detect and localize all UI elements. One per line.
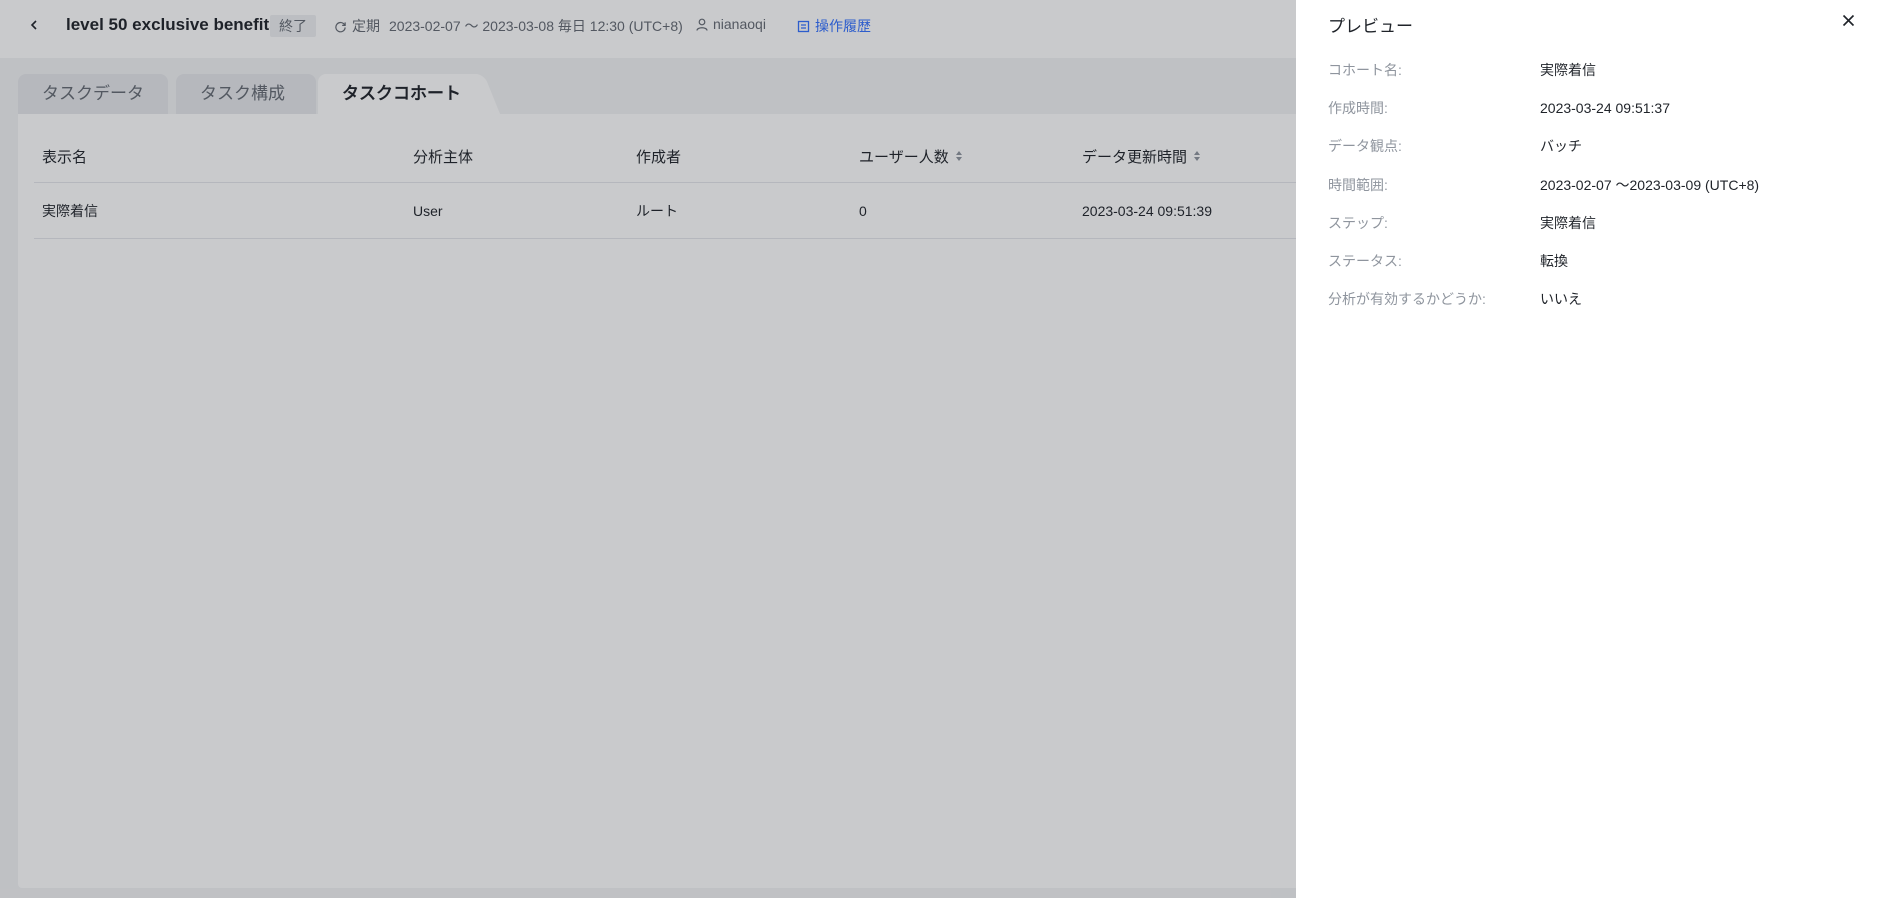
field-label: 作成時間: <box>1328 100 1388 116</box>
field-label: ステータス: <box>1328 253 1402 269</box>
field-analysis-enabled: 分析が有効するかどうか: いいえ <box>1328 288 1868 310</box>
field-cohort-name: コホート名: 実際着信 <box>1328 59 1868 81</box>
field-created-time: 作成時間: 2023-03-24 09:51:37 <box>1328 97 1868 119</box>
field-data-perspective: データ観点: バッチ <box>1328 135 1868 157</box>
field-value: 実際着信 <box>1540 215 1596 231</box>
task-detail-page: level 50 exclusive benefits 終了 定期 2023-0… <box>0 0 1886 898</box>
field-value: いいえ <box>1540 291 1582 307</box>
field-status: ステータス: 転換 <box>1328 250 1868 272</box>
field-label: ステップ: <box>1328 215 1388 231</box>
field-time-range: 時間範囲: 2023-02-07 〜2023-03-09 (UTC+8) <box>1328 174 1868 196</box>
field-value: 転換 <box>1540 253 1568 269</box>
field-label: コホート名: <box>1328 62 1402 78</box>
close-button[interactable] <box>1838 13 1858 33</box>
field-value: 実際着信 <box>1540 62 1596 78</box>
field-value: 2023-02-07 〜2023-03-09 (UTC+8) <box>1540 177 1760 193</box>
field-value: バッチ <box>1540 138 1582 154</box>
field-label: 時間範囲: <box>1328 177 1388 193</box>
field-label: 分析が有効するかどうか: <box>1328 291 1486 307</box>
preview-drawer: プレビュー コホート名: 実際着信 作成時間: 2023-03-24 09:51… <box>1296 0 1886 898</box>
close-icon <box>1842 14 1855 32</box>
drawer-title: プレビュー <box>1328 17 1413 36</box>
field-label: データ観点: <box>1328 138 1402 154</box>
field-step: ステップ: 実際着信 <box>1328 212 1868 234</box>
field-value: 2023-03-24 09:51:37 <box>1540 100 1670 116</box>
